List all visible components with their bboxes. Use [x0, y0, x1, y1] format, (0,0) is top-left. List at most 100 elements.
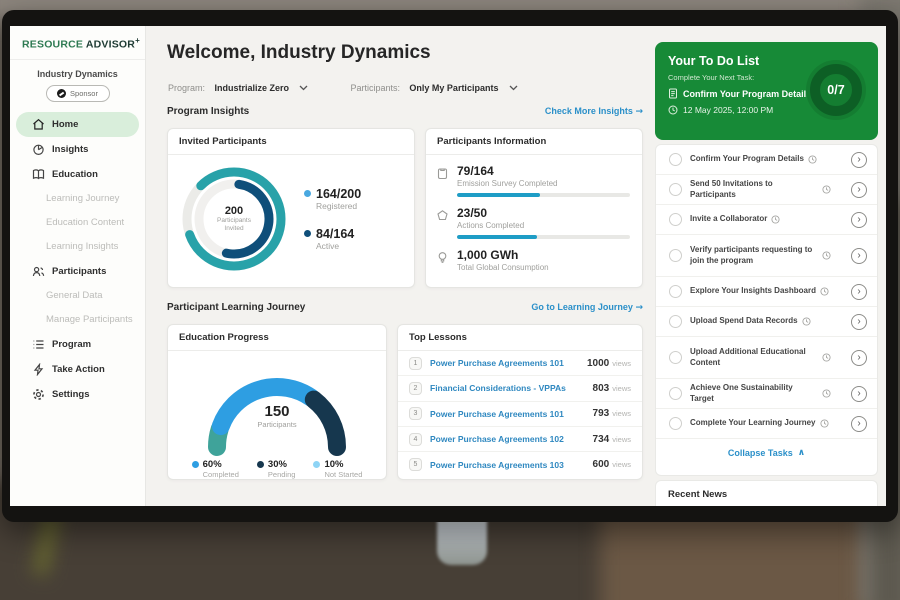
task-row-upload-spend-data[interactable]: Upload Spend Data Records › [656, 307, 877, 337]
task-open-button[interactable]: › [851, 284, 867, 300]
task-checkbox[interactable] [669, 153, 682, 166]
sidebar-item-learning-insights[interactable]: Learning Insights [10, 235, 145, 259]
book-icon [32, 168, 45, 181]
lesson-row: 1 Power Purchase Agreements 101 1000 vie… [398, 351, 642, 376]
participants-filter[interactable]: Participants: Only My Participants [350, 78, 517, 96]
brand-primary: RESOURCE [22, 39, 83, 51]
education-gauge-chart: 150 Participants [192, 359, 362, 451]
arrow-right-icon: → [635, 107, 643, 117]
legend-pending: 30% Pending [257, 459, 296, 479]
task-open-button[interactable]: › [851, 416, 867, 432]
legend-dot [304, 230, 311, 237]
todo-next-task: Confirm Your Program Details [683, 89, 811, 99]
task-open-button[interactable]: › [851, 152, 867, 168]
sidebar-item-program[interactable]: Program [10, 332, 145, 357]
task-row-confirm-program[interactable]: Confirm Your Program Details › [656, 145, 877, 175]
task-open-button[interactable]: › [851, 212, 867, 228]
task-open-button[interactable]: › [851, 182, 867, 198]
task-checkbox[interactable] [669, 213, 682, 226]
lesson-link[interactable]: Power Purchase Agreements 102 [430, 434, 593, 444]
task-checkbox[interactable] [669, 183, 682, 196]
sidebar-item-general-data[interactable]: General Data [10, 284, 145, 308]
sidebar-item-participants[interactable]: Participants [10, 259, 145, 284]
lesson-link[interactable]: Power Purchase Agreements 101 [430, 409, 593, 419]
chevron-up-icon: ∧ [798, 448, 805, 458]
collapse-tasks-link[interactable]: Collapse Tasks ∧ [656, 439, 877, 467]
program-filter-label: Program: [168, 83, 205, 93]
task-row-achieve-target[interactable]: Achieve One Sustainability Target › [656, 379, 877, 409]
task-open-button[interactable]: › [851, 386, 867, 402]
sidebar-item-education[interactable]: Education [10, 162, 145, 187]
program-filter-value: Industrialize Zero [214, 83, 289, 93]
bulb-icon [436, 251, 449, 264]
task-open-button[interactable]: › [851, 314, 867, 330]
brand-plus: + [135, 36, 140, 45]
task-row-verify-participants[interactable]: Verify participants requesting to join t… [656, 235, 877, 277]
sidebar-item-insights[interactable]: Insights [10, 137, 145, 162]
list-icon [32, 338, 45, 351]
sidebar-item-learning-journey[interactable]: Learning Journey [10, 187, 145, 211]
task-row-complete-learning-journey[interactable]: Complete Your Learning Journey › [656, 409, 877, 439]
sidebar: RESOURCE ADVISOR+ Industry Dynamics Spon… [10, 26, 146, 506]
chevron-down-icon [299, 85, 308, 91]
task-checkbox[interactable] [669, 315, 682, 328]
sidebar-item-home[interactable]: Home [16, 112, 139, 137]
clock-icon [820, 287, 829, 296]
sidebar-item-manage-participants[interactable]: Manage Participants [10, 308, 145, 332]
task-checkbox[interactable] [669, 351, 682, 364]
sidebar-item-label: Home [52, 119, 78, 130]
sidebar-menu: Home Insights Education Learning Journey… [10, 112, 145, 407]
sponsor-icon [57, 89, 66, 98]
legend-active: 84/164 Active [304, 227, 361, 251]
scene: RESOURCE ADVISOR+ Industry Dynamics Spon… [0, 0, 900, 600]
action-icon [32, 363, 45, 376]
program-filter[interactable]: Program: Industrialize Zero [168, 78, 308, 96]
task-row-send-invitations[interactable]: Send 50 Invitations to Participants › [656, 175, 877, 205]
views-word: views [612, 435, 631, 444]
app-logo[interactable]: RESOURCE ADVISOR+ [10, 26, 145, 60]
views-count: 600 [593, 459, 610, 470]
lesson-link[interactable]: Power Purchase Agreements 103 [430, 460, 593, 470]
info-row-actions: 23/50 Actions Completed [436, 206, 630, 239]
gauge-center-value: 150 [192, 403, 362, 420]
views-word: views [612, 409, 631, 418]
lesson-link[interactable]: Power Purchase Agreements 101 [430, 358, 587, 368]
task-row-explore-insights[interactable]: Explore Your Insights Dashboard › [656, 277, 877, 307]
task-row-invite-collaborator[interactable]: Invite a Collaborator › [656, 205, 877, 235]
rank-chip: 1 [409, 357, 422, 370]
participants-information-card: Participants Information 79/164 Emission… [425, 128, 643, 288]
sidebar-item-label: Education [52, 169, 98, 180]
task-checkbox[interactable] [669, 249, 682, 262]
check-more-insights-link[interactable]: Check More Insights → [545, 106, 643, 117]
brand-secondary: ADVISOR [86, 39, 135, 51]
invited-participants-card: Invited Participants 200 Participants In… [167, 128, 415, 288]
card-title: Participants Information [426, 129, 642, 155]
page-title: Welcome, Industry Dynamics [167, 42, 431, 64]
sidebar-item-take-action[interactable]: Take Action [10, 357, 145, 382]
lesson-link[interactable]: Financial Considerations - VPPAs [430, 383, 593, 393]
progress-bar [457, 235, 630, 239]
go-to-learning-journey-link[interactable]: Go to Learning Journey → [531, 302, 643, 313]
todo-summary-card: Your To Do List Complete Your Next Task:… [655, 42, 878, 140]
task-open-button[interactable]: › [851, 350, 867, 366]
task-checkbox[interactable] [669, 417, 682, 430]
clock-icon [808, 155, 817, 164]
task-open-button[interactable]: › [851, 248, 867, 264]
education-progress-card: Education Progress 150 Participants [167, 324, 387, 480]
gear-icon [32, 388, 45, 401]
progress-bar [457, 193, 630, 197]
card-title: Education Progress [168, 325, 386, 351]
sponsor-badge: Sponsor [46, 85, 110, 102]
sidebar-item-settings[interactable]: Settings [10, 382, 145, 407]
task-row-upload-educational-content[interactable]: Upload Additional Educational Content › [656, 337, 877, 379]
task-checkbox[interactable] [669, 285, 682, 298]
clock-icon [668, 105, 678, 115]
sidebar-item-education-content[interactable]: Education Content [10, 211, 145, 235]
sidebar-item-label: Participants [52, 266, 106, 277]
todo-task-list: Confirm Your Program Details › Send 50 I… [655, 144, 878, 476]
legend-dot [257, 461, 264, 468]
clock-icon [802, 317, 811, 326]
task-checkbox[interactable] [669, 387, 682, 400]
sponsor-label: Sponsor [70, 89, 98, 98]
views-count: 734 [593, 434, 610, 445]
